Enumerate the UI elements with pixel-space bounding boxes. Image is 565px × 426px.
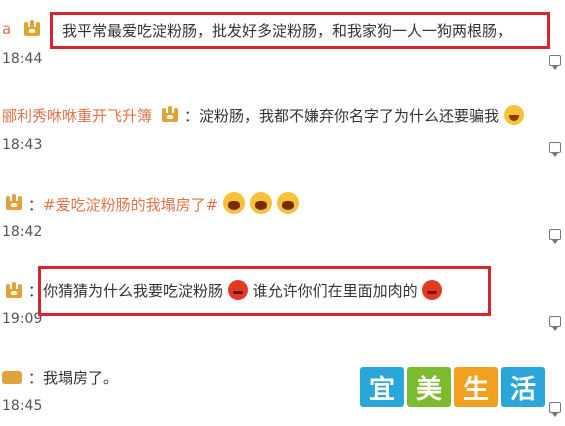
logo-char: 生 [454, 367, 498, 407]
logo-char: 宜 [360, 367, 404, 407]
logo-char: 美 [407, 367, 451, 407]
reply-icon[interactable] [549, 142, 561, 157]
reply-icon[interactable] [549, 229, 561, 244]
comment-time: 18:42 [2, 224, 43, 240]
logo-char: 活 [501, 367, 545, 407]
comment-time: 18:43 [2, 137, 43, 153]
bawling-emoji-icon [249, 192, 272, 214]
crown-badge-icon [22, 20, 42, 38]
crown-badge-icon [160, 106, 180, 124]
reply-icon[interactable] [549, 316, 561, 331]
crown-badge-icon [2, 369, 22, 387]
crown-badge-icon [4, 194, 24, 212]
comment-time: 19:09 [2, 311, 43, 327]
hashtag-link[interactable]: #爱吃淀粉肠的我塌房了# [43, 196, 218, 214]
bawling-emoji-icon [276, 192, 299, 214]
comment-text: ：#爱吃淀粉肠的我塌房了# [28, 192, 299, 215]
crown-badge-icon [4, 282, 24, 300]
watermark-logo: 宜 美 生 活 [360, 367, 545, 407]
reply-icon[interactable] [549, 402, 561, 417]
reply-icon[interactable] [549, 55, 561, 70]
comment-time: 18:45 [2, 398, 43, 414]
highlight-box [38, 266, 491, 316]
comment-time: 18:44 [2, 51, 43, 67]
highlight-box [50, 12, 550, 49]
crying-emoji-icon [503, 105, 524, 125]
comment-text: ：我塌房了。 [28, 369, 119, 387]
username[interactable]: a [2, 20, 11, 38]
comment-text: ：淀粉肠，我都不嫌弃你名字了为什么还要骗我 [184, 105, 524, 126]
username[interactable]: 郦利秀咻咻重开飞升簿 [2, 105, 152, 126]
bawling-emoji-icon [222, 192, 245, 214]
